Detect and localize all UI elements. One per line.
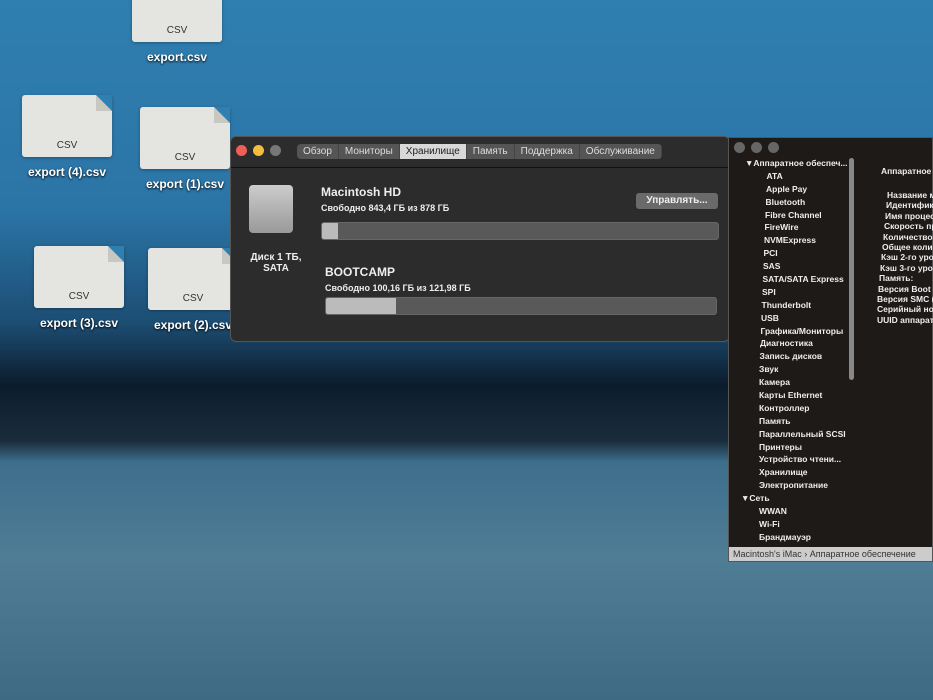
csv-file-icon: CSV	[140, 107, 230, 169]
minimize-button[interactable]	[253, 145, 264, 156]
sidebar-item[interactable]: PCI	[741, 248, 849, 261]
csv-file-icon: CSV	[22, 95, 112, 157]
detail-row: Серийный ном	[877, 304, 933, 315]
sidebar-item[interactable]: Bluetooth	[741, 197, 849, 210]
detail-row: Общее колич	[882, 241, 933, 252]
sidebar-item[interactable]: ▼Аппаратное обеспеч...	[741, 158, 849, 171]
desktop-file[interactable]: CSV export (1).csv	[130, 107, 240, 191]
zoom-button[interactable]	[768, 142, 779, 153]
about-this-mac-window: Обзор Мониторы Хранилище Память Поддержк…	[230, 136, 730, 342]
manage-button[interactable]: Управлять...	[636, 193, 718, 209]
sidebar-item[interactable]: Wi-Fi	[741, 519, 849, 532]
path-bar: Macintosh's iMac › Аппаратное обеспечени…	[729, 547, 932, 561]
system-information-window: ▼Аппаратное обеспеч... ATA Apple Pay Blueto…	[728, 137, 933, 562]
close-button[interactable]	[236, 145, 247, 156]
zoom-button[interactable]	[270, 145, 281, 156]
sidebar-item[interactable]: ▼Сеть	[741, 493, 849, 506]
storage-bar-used	[322, 223, 338, 239]
sidebar-item[interactable]: Карты Ethernet	[741, 390, 849, 403]
volume-free: Свободно 100,16 ГБ из 121,98 ГБ	[325, 283, 471, 293]
detail-list: Название мИдентификаИмя процесСкорость п…	[877, 190, 933, 325]
detail-row: UUID аппарат	[877, 314, 933, 325]
tab-bar: Обзор Мониторы Хранилище Память Поддержк…	[297, 144, 662, 159]
desktop-file[interactable]: CSV export.csv	[122, 0, 232, 64]
desktop-file[interactable]: CSV export (3).csv	[24, 246, 134, 330]
detail-row: Кэш 3-го уро	[880, 262, 933, 273]
detail-row: Версия Boot R	[878, 283, 933, 294]
csv-file-icon: CSV	[132, 0, 222, 42]
sidebar-item[interactable]: WWAN	[741, 506, 849, 519]
hard-disk-icon	[249, 185, 293, 233]
sidebar-item[interactable]: SPI	[741, 287, 849, 300]
close-button[interactable]	[734, 142, 745, 153]
sidebar-item[interactable]: Контроллер	[741, 403, 849, 416]
sidebar-item[interactable]: Параллельный SCSI	[741, 429, 849, 442]
tab-service[interactable]: Обслуживание	[580, 144, 662, 159]
sidebar-item[interactable]: SATA/SATA Express	[741, 274, 849, 287]
storage-bar	[325, 297, 717, 315]
tab-support[interactable]: Поддержка	[515, 144, 580, 159]
sidebar-item[interactable]: ATA	[741, 171, 849, 184]
sidebar-item[interactable]: Устройство чтени...	[741, 454, 849, 467]
scrollbar[interactable]	[849, 158, 854, 380]
sidebar-item[interactable]: Брандмауэр	[741, 532, 849, 545]
volume-free: Свободно 843,4 ГБ из 878 ГБ	[321, 203, 450, 213]
sidebar: ▼Аппаратное обеспеч... ATA Apple Pay Blueto…	[741, 158, 849, 545]
volume-name: Macintosh HD	[321, 185, 402, 199]
csv-file-icon: CSV	[34, 246, 124, 308]
detail-header: Аппаратное	[881, 166, 932, 176]
detail-row: Идентифика	[886, 200, 933, 211]
sidebar-item[interactable]: Хранилище	[741, 467, 849, 480]
divider	[231, 167, 729, 168]
storage-bar	[321, 222, 719, 240]
detail-row: Память:	[879, 273, 914, 284]
sidebar-item[interactable]: Запись дисков	[741, 351, 849, 364]
sidebar-item[interactable]: Память	[741, 416, 849, 429]
detail-row: Кэш 2-го уро	[881, 252, 933, 263]
tab-storage[interactable]: Хранилище	[399, 144, 467, 159]
sidebar-item[interactable]: Apple Pay	[741, 184, 849, 197]
detail-row: Количество	[883, 231, 933, 242]
sidebar-item[interactable]: FireWire	[741, 222, 849, 235]
sidebar-item[interactable]: Fibre Channel	[741, 210, 849, 223]
sidebar-item[interactable]: Thunderbolt	[741, 300, 849, 313]
sidebar-item[interactable]: Принтеры	[741, 442, 849, 455]
detail-row: Название м	[887, 190, 933, 200]
sidebar-item[interactable]: Звук	[741, 364, 849, 377]
detail-row: Скорость пр	[884, 221, 933, 232]
disk-label: Диск 1 ТБ, SATA	[250, 252, 302, 274]
csv-file-icon: CSV	[148, 248, 238, 310]
sidebar-item[interactable]: Графика/Мониторы	[741, 326, 849, 339]
sidebar-item[interactable]: NVMExpress	[741, 235, 849, 248]
detail-row: Имя процес	[885, 210, 933, 221]
sidebar-item[interactable]: USB	[741, 313, 849, 326]
tab-memory[interactable]: Память	[467, 144, 515, 159]
sidebar-item[interactable]: Электропитание	[741, 480, 849, 493]
tab-displays[interactable]: Мониторы	[339, 144, 400, 159]
sidebar-item[interactable]: Камера	[741, 377, 849, 390]
minimize-button[interactable]	[751, 142, 762, 153]
sidebar-item[interactable]: SAS	[741, 261, 849, 274]
detail-row: Версия SMC (	[877, 293, 933, 304]
tab-overview[interactable]: Обзор	[297, 144, 339, 159]
storage-bar-used	[326, 298, 397, 314]
sidebar-item[interactable]: Диагностика	[741, 338, 849, 351]
desktop-file[interactable]: CSV export (4).csv	[12, 95, 122, 179]
volume-name: BOOTCAMP	[325, 265, 395, 279]
